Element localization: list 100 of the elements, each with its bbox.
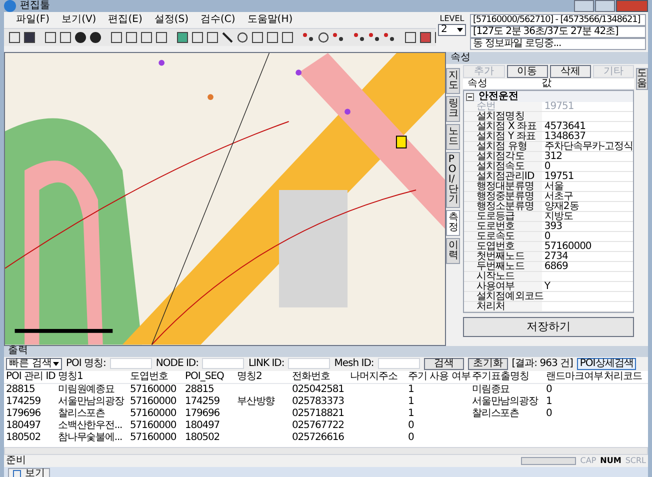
table-cell-text: 1 <box>545 396 553 408</box>
property-name: 설치점예외코드 <box>464 292 542 301</box>
property-value: 서울 <box>543 182 564 191</box>
property-name: 순번 <box>464 102 542 111</box>
zoom-out-icon[interactable] <box>89 31 102 44</box>
table-cell-text: 1 <box>407 384 415 396</box>
side-tab[interactable]: 이력 <box>446 238 460 264</box>
input-field[interactable] <box>288 358 330 370</box>
side-tab[interactable]: 측정 <box>446 210 460 236</box>
panel-title: 출력 <box>8 346 28 356</box>
property-name: 도로등급 <box>464 212 542 221</box>
table-cell-text: 025767722 <box>291 420 345 432</box>
property-value: 1348637 <box>543 132 586 141</box>
detail-search-button[interactable]: POI상세검색 <box>576 358 636 370</box>
column-header: 명칭1 <box>57 370 84 383</box>
property-name: 도엽번호 <box>464 242 542 251</box>
column-header: 전화번호 <box>291 370 331 383</box>
table-cell-text: 57160000 <box>129 408 178 420</box>
panel-button[interactable]: 이동 <box>506 65 548 78</box>
dots-icon[interactable] <box>368 31 381 44</box>
circle-icon[interactable] <box>236 31 249 44</box>
table-cell-text: 28815 <box>5 384 36 396</box>
property-name: 설치점속도 <box>464 162 542 171</box>
menu-item[interactable]: 설정(S) <box>154 14 188 26</box>
table-cell-text: 57160000 <box>129 396 178 408</box>
property-name: 행정소분류명 <box>464 202 542 211</box>
column-header: 속성 <box>466 79 488 89</box>
property-value: 2734 <box>543 252 569 261</box>
property-value: 19751 <box>543 172 575 181</box>
side-tab[interactable]: 도움 <box>636 68 648 90</box>
table-cell-text: 서울만남의광장 <box>57 396 126 408</box>
field-label: Mesh ID: <box>334 357 374 372</box>
field-label: LINK ID: <box>248 357 284 372</box>
side-tab[interactable]: 링크 <box>446 96 460 122</box>
maximize-button[interactable] <box>595 0 615 12</box>
menu-item[interactable]: 파일(F) <box>16 14 50 26</box>
property-name: 설치점각도 <box>464 152 542 161</box>
node-icon[interactable] <box>302 31 315 44</box>
window-title: 편집툴 <box>20 0 50 12</box>
property-value: 지방도 <box>543 212 574 221</box>
category-label: 안전운전 <box>478 92 518 102</box>
property-value: 19751 <box>543 102 575 111</box>
dots-icon[interactable] <box>383 31 396 44</box>
side-tab[interactable]: 지도 <box>446 68 460 94</box>
property-value: 6869 <box>543 262 569 271</box>
property-value: 서초구 <box>543 192 573 201</box>
caret-icon <box>53 362 59 366</box>
search-button[interactable]: 검색 <box>424 358 464 370</box>
collapse-toggle[interactable] <box>466 92 474 100</box>
property-value: 0 <box>543 162 550 171</box>
save-icon[interactable] <box>23 31 36 44</box>
level-dropdown[interactable]: 2 <box>438 24 466 36</box>
menu-item[interactable]: 검수(C) <box>200 14 236 26</box>
result-count: [결과: 963 건] <box>512 357 573 371</box>
image-icon[interactable] <box>176 31 189 44</box>
table-cell-text: 025783373 <box>291 396 345 408</box>
dots-icon[interactable] <box>353 31 366 44</box>
table-cell-text: 025726616 <box>291 432 345 444</box>
table-cell-text: 180502 <box>5 432 42 444</box>
input-field[interactable] <box>110 358 152 370</box>
menu-item[interactable]: 보기(V) <box>62 14 96 26</box>
zoom-in-icon[interactable] <box>74 31 87 44</box>
table-cell-text: 참나무숯불에... <box>57 432 124 444</box>
panel-button[interactable]: 삭제 <box>550 65 591 78</box>
table-cell-text: 0 <box>407 432 415 444</box>
table-cell-text: 57160000 <box>129 384 178 396</box>
property-value: 57160000 <box>543 242 592 251</box>
point-icon[interactable] <box>332 31 345 44</box>
search-mode-dropdown[interactable]: 빠른 검색 <box>6 358 62 370</box>
table-cell-text: 0 <box>545 384 553 396</box>
property-name: 행정중분류명 <box>464 192 542 201</box>
menu-item[interactable]: 도움말(H) <box>247 14 293 26</box>
property-name: 설치점관리ID <box>464 172 542 181</box>
table-cell-text: 1 <box>407 396 415 408</box>
status-indicator: SCRL <box>625 454 646 467</box>
table-cell-text: 부산방향 <box>236 396 276 408</box>
property-value: 393 <box>543 222 563 231</box>
property-name: 사용여부 <box>464 282 542 291</box>
minimize-button[interactable] <box>574 0 594 12</box>
save-button[interactable]: 저장하기 <box>463 317 634 337</box>
side-tab[interactable]: POI/단기 <box>446 152 460 208</box>
table-cell-text: 025042581 <box>291 384 345 396</box>
table-cell-text: 0 <box>407 420 415 432</box>
column-header: POI 관리 ID <box>5 370 56 383</box>
side-tab[interactable]: 노드 <box>446 124 460 150</box>
table-cell-text: 174259 <box>184 396 221 408</box>
input-field[interactable] <box>202 358 244 370</box>
menu-item[interactable]: 편집(E) <box>108 14 142 26</box>
column-header: POI_SEQ <box>184 370 225 383</box>
input-field[interactable] <box>378 358 420 370</box>
property-name: 설치점 유형 <box>464 142 542 151</box>
line-icon[interactable] <box>221 31 234 44</box>
property-name: 두번째노드 <box>464 262 542 271</box>
column-header: 주기 사용 여부 <box>407 370 470 383</box>
property-value: 주차단속무카-고정식 <box>543 142 633 151</box>
search-button[interactable]: 초기화 <box>468 358 508 370</box>
table-cell-text: 찰리스포츤 <box>57 408 106 420</box>
table-cell-text: 미림원예종묘 <box>57 384 116 396</box>
property-name: 도로속도 <box>464 232 542 241</box>
app-icon <box>4 0 16 12</box>
